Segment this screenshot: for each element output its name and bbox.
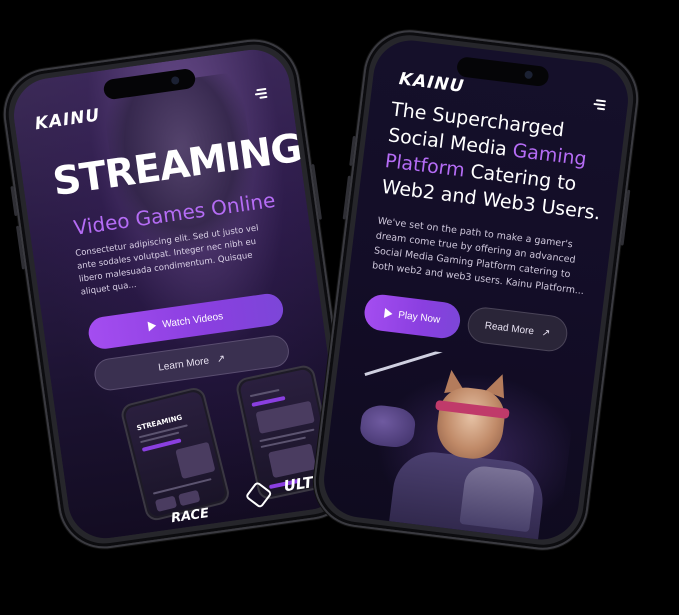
kainu-logo[interactable]: KAINU bbox=[398, 69, 466, 97]
play-now-label: Play Now bbox=[397, 309, 441, 326]
menu-icon[interactable] bbox=[254, 87, 268, 99]
arrow-up-right-icon: ↗ bbox=[216, 352, 226, 365]
phone-side-button bbox=[620, 189, 631, 246]
phone-screen: KAINU STREAMING Video Games Online Conse… bbox=[9, 44, 349, 544]
phone-side-button bbox=[15, 225, 26, 270]
phone-notch bbox=[455, 56, 550, 88]
mini-phone-title: STREAMING bbox=[135, 413, 184, 433]
platform-description: We've set on the path to make a gamer's … bbox=[371, 215, 585, 298]
phone-side-button bbox=[10, 186, 18, 217]
play-now-button[interactable]: Play Now bbox=[362, 292, 463, 341]
play-icon bbox=[147, 320, 158, 332]
platform-headline: The Supercharged Social Media Gaming Pla… bbox=[380, 96, 623, 227]
play-icon bbox=[383, 308, 393, 319]
phone-mockup-platform: KAINU The Supercharged Social Media Gami… bbox=[308, 25, 644, 555]
phone-side-button bbox=[311, 163, 323, 220]
arrow-up-right-icon: ↗ bbox=[541, 326, 551, 339]
phone-mockup-streaming: KAINU STREAMING Video Games Online Conse… bbox=[0, 33, 361, 555]
phone-side-button bbox=[342, 175, 351, 220]
read-more-label: Read More bbox=[484, 319, 535, 337]
mini-phone-preview: STREAMING bbox=[119, 385, 232, 523]
samurai-fox-character-art bbox=[329, 341, 589, 544]
read-more-button[interactable]: Read More ↗ bbox=[465, 305, 570, 354]
kainu-logo[interactable]: KAINU bbox=[34, 105, 102, 134]
menu-icon[interactable] bbox=[593, 99, 607, 110]
phone-side-button bbox=[349, 135, 356, 166]
learn-more-label: Learn More bbox=[157, 355, 210, 374]
phone-screen: KAINU The Supercharged Social Media Gami… bbox=[319, 36, 633, 544]
watch-videos-label: Watch Videos bbox=[161, 310, 224, 331]
